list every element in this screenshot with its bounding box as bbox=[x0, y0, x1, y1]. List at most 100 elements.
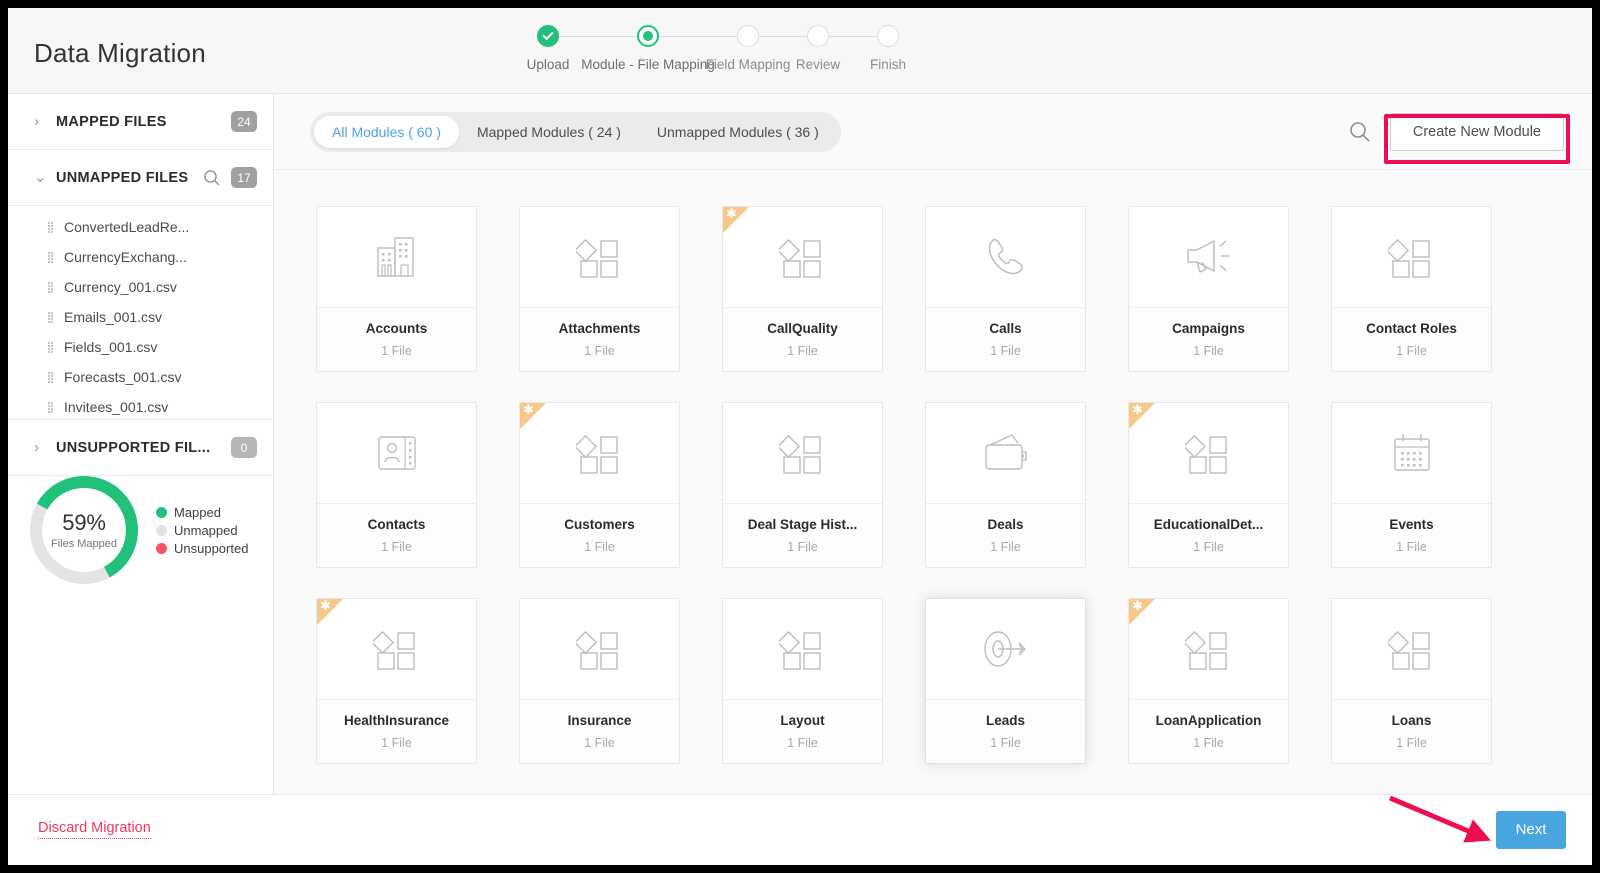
annotation-arrow bbox=[1389, 795, 1492, 843]
sidebar-section-unsupported-files[interactable]: › UNSUPPORTED FIL... 0 bbox=[8, 420, 273, 476]
drag-handle-icon[interactable] bbox=[48, 221, 53, 233]
drag-handle-icon[interactable] bbox=[48, 371, 53, 383]
module-name: LoanApplication bbox=[1155, 713, 1262, 728]
app-window: Data Migration Upload Module - File Mappi… bbox=[8, 8, 1592, 865]
list-item[interactable]: Currency_001.csv bbox=[8, 272, 273, 302]
next-button[interactable]: Next bbox=[1496, 810, 1566, 849]
step-indicator-icon bbox=[807, 25, 829, 47]
module-card[interactable]: Calls 1 File bbox=[925, 206, 1086, 372]
drag-handle-icon[interactable] bbox=[48, 401, 53, 413]
wallet-icon bbox=[926, 403, 1085, 504]
module-card[interactable]: Events 1 File bbox=[1331, 402, 1492, 568]
module-card[interactable]: ✱ EducationalDet... 1 File bbox=[1128, 402, 1289, 568]
search-icon[interactable] bbox=[203, 169, 221, 187]
module-card[interactable]: Attachments 1 File bbox=[519, 206, 680, 372]
progress-caption: Files Mapped bbox=[50, 538, 118, 550]
list-item[interactable]: Forecasts_001.csv bbox=[8, 362, 273, 392]
chevron-right-icon: › bbox=[34, 113, 39, 130]
unmapped-files-count-badge: 17 bbox=[231, 167, 257, 188]
module-name: Attachments bbox=[558, 321, 641, 336]
module-card-footer: Contact Roles 1 File bbox=[1332, 308, 1491, 371]
tab-1[interactable]: Mapped Modules ( 24 ) bbox=[459, 116, 639, 148]
module-card[interactable]: Deal Stage Hist... 1 File bbox=[722, 402, 883, 568]
legend-item: Unmapped bbox=[156, 523, 248, 538]
step-label: Field Mapping bbox=[705, 57, 791, 72]
file-name: CurrencyExchang... bbox=[64, 249, 187, 265]
phone-icon bbox=[926, 207, 1085, 308]
unmapped-file-list: ConvertedLeadRe... CurrencyExchang... Curr… bbox=[8, 206, 273, 420]
sidebar-section-mapped-files[interactable]: › MAPPED FILES 24 bbox=[8, 94, 273, 150]
module-card[interactable]: Loans 1 File bbox=[1331, 598, 1492, 764]
modules-scroll-area[interactable]: Accounts 1 File Attachments 1 File ✱ CallQual… bbox=[274, 170, 1592, 794]
asterisk-icon: ✱ bbox=[523, 402, 534, 417]
calendar-icon bbox=[1332, 403, 1491, 504]
module-card[interactable]: Leads 1 File bbox=[925, 598, 1086, 764]
unsupported-files-count-badge: 0 bbox=[231, 437, 257, 458]
module-card[interactable]: ✱ Customers 1 File bbox=[519, 402, 680, 568]
module-file-count: 1 File bbox=[990, 344, 1021, 358]
list-item[interactable]: Invitees_001.csv bbox=[8, 392, 273, 419]
drag-handle-icon[interactable] bbox=[48, 251, 53, 263]
tab-2[interactable]: Unmapped Modules ( 36 ) bbox=[639, 116, 837, 148]
chevron-down-icon: ⌄ bbox=[34, 169, 47, 186]
module-card[interactable]: Insurance 1 File bbox=[519, 598, 680, 764]
module-card[interactable]: Contact Roles 1 File bbox=[1331, 206, 1492, 372]
discard-migration-link[interactable]: Discard Migration bbox=[38, 820, 151, 839]
list-item[interactable]: ConvertedLeadRe... bbox=[8, 212, 273, 242]
module-card[interactable]: Campaigns 1 File bbox=[1128, 206, 1289, 372]
module-name: Events bbox=[1389, 517, 1434, 532]
module-card[interactable]: ✱ LoanApplication 1 File bbox=[1128, 598, 1289, 764]
module-name: CallQuality bbox=[767, 321, 838, 336]
module-card-footer: Accounts 1 File bbox=[317, 308, 476, 371]
module-card[interactable]: Accounts 1 File bbox=[316, 206, 477, 372]
search-icon[interactable] bbox=[1348, 120, 1372, 144]
step-label: Upload bbox=[526, 57, 570, 72]
list-item[interactable]: Fields_001.csv bbox=[8, 332, 273, 362]
list-item[interactable]: CurrencyExchang... bbox=[8, 242, 273, 272]
module-file-count: 1 File bbox=[1193, 344, 1224, 358]
legend-label: Unmapped bbox=[174, 522, 238, 538]
file-name: Emails_001.csv bbox=[64, 309, 163, 325]
module-file-count: 1 File bbox=[1396, 540, 1427, 554]
module-card-footer: HealthInsurance 1 File bbox=[317, 700, 476, 763]
main-panel: All Modules ( 60 ) Mapped Modules ( 24 ) U… bbox=[274, 94, 1592, 794]
drag-handle-icon[interactable] bbox=[48, 311, 53, 323]
module-file-count: 1 File bbox=[787, 736, 818, 750]
step-connector bbox=[648, 36, 748, 37]
legend-label: Mapped bbox=[174, 504, 221, 520]
page-header: Data Migration Upload Module - File Mappi… bbox=[8, 8, 1592, 94]
create-new-module-button[interactable]: Create New Module bbox=[1389, 112, 1564, 151]
module-file-count: 1 File bbox=[1193, 540, 1224, 554]
module-name: Leads bbox=[985, 713, 1026, 728]
module-file-count: 1 File bbox=[584, 736, 615, 750]
asterisk-icon: ✱ bbox=[320, 598, 331, 613]
module-card[interactable]: ✱ CallQuality 1 File bbox=[722, 206, 883, 372]
modules-toolbar: All Modules ( 60 ) Mapped Modules ( 24 ) U… bbox=[274, 94, 1592, 170]
module-name: Contact Roles bbox=[1366, 321, 1457, 336]
drag-handle-icon[interactable] bbox=[48, 341, 53, 353]
module-card-footer: Attachments 1 File bbox=[520, 308, 679, 371]
module-card-footer: Deals 1 File bbox=[926, 504, 1085, 567]
legend-color-swatch bbox=[156, 524, 167, 536]
module-card[interactable]: Deals 1 File bbox=[925, 402, 1086, 568]
module-file-count: 1 File bbox=[1396, 736, 1427, 750]
module-card[interactable]: ✱ HealthInsurance 1 File bbox=[316, 598, 477, 764]
module-card[interactable]: Layout 1 File bbox=[722, 598, 883, 764]
legend-item: Unsupported bbox=[156, 541, 248, 556]
sidebar-section-unmapped-files[interactable]: ⌄ UNMAPPED FILES 17 bbox=[8, 150, 273, 206]
progress-percent: 59% bbox=[62, 510, 106, 535]
step-indicator-icon bbox=[537, 25, 559, 47]
module-file-count: 1 File bbox=[1193, 736, 1224, 750]
sidebar-section-label: UNMAPPED FILES bbox=[56, 169, 189, 186]
tab-0[interactable]: All Modules ( 60 ) bbox=[314, 115, 459, 148]
list-item[interactable]: Emails_001.csv bbox=[8, 302, 273, 332]
module-filter-tabs: All Modules ( 60 ) Mapped Modules ( 24 ) U… bbox=[310, 111, 841, 152]
drag-handle-icon[interactable] bbox=[48, 281, 53, 293]
step-label: Review bbox=[795, 57, 841, 72]
file-name: Fields_001.csv bbox=[64, 339, 158, 355]
wizard-footer: Discard Migration Next bbox=[8, 794, 1592, 864]
module-name: HealthInsurance bbox=[343, 713, 450, 728]
module-card[interactable]: Contacts 1 File bbox=[316, 402, 477, 568]
module-file-count: 1 File bbox=[381, 736, 412, 750]
mapped-files-count-badge: 24 bbox=[231, 111, 257, 132]
